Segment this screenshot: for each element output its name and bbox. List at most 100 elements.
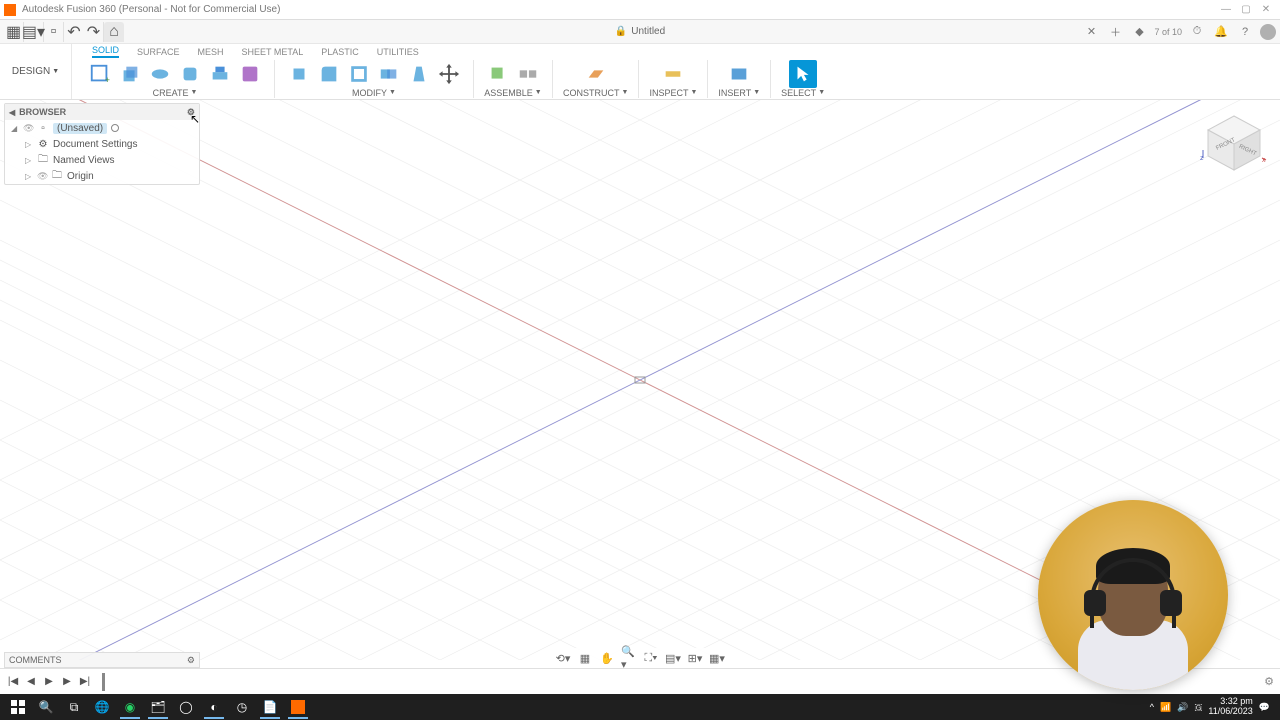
- group-insert-label[interactable]: INSERT: [718, 88, 751, 98]
- joint-button[interactable]: [514, 60, 542, 88]
- collapse-icon[interactable]: ◀: [9, 108, 15, 117]
- tab-surface[interactable]: SURFACE: [137, 47, 180, 58]
- timeline-start-button[interactable]: |◀: [6, 675, 20, 689]
- expand-arrow-icon[interactable]: ▷: [25, 156, 33, 165]
- start-button[interactable]: [4, 695, 32, 719]
- emboss-button[interactable]: [236, 60, 264, 88]
- browser-node-origin[interactable]: ▷ 👁 🗀 Origin: [5, 168, 199, 184]
- new-doc-button[interactable]: ＋: [1106, 23, 1124, 41]
- taskbar-app-obs[interactable]: ◐: [200, 695, 228, 719]
- expand-arrow-icon[interactable]: ▷: [25, 140, 33, 149]
- tray-volume-icon[interactable]: 🔊: [1177, 702, 1188, 713]
- browser-node-document-settings[interactable]: ▷ ⚙ Document Settings: [5, 136, 199, 152]
- job-status-button[interactable]: 🔔: [1212, 23, 1230, 41]
- expand-arrow-icon[interactable]: ▷: [25, 172, 33, 181]
- taskbar-app-clock[interactable]: ◷: [228, 695, 256, 719]
- revolve-button[interactable]: [146, 60, 174, 88]
- tray-chevron-icon[interactable]: ^: [1150, 702, 1154, 712]
- visibility-icon[interactable]: 👁: [37, 171, 47, 182]
- tray-lang-icon[interactable]: 🇬: [1194, 702, 1202, 713]
- sweep-button[interactable]: [176, 60, 204, 88]
- undo-button[interactable]: ↶: [64, 22, 84, 42]
- maximize-button[interactable]: ▢: [1236, 3, 1256, 17]
- save-button[interactable]: ▫: [44, 22, 64, 42]
- app-title: Autodesk Fusion 360 (Personal - Not for …: [22, 4, 280, 15]
- user-avatar[interactable]: [1260, 24, 1276, 40]
- browser-header[interactable]: ◀ BROWSER ⚙: [5, 104, 199, 120]
- move-button[interactable]: [435, 60, 463, 88]
- notifications-button[interactable]: ⏱: [1188, 23, 1206, 41]
- group-select-label[interactable]: SELECT: [781, 88, 816, 98]
- group-inspect-label[interactable]: INSPECT: [649, 88, 688, 98]
- tray-wifi-icon[interactable]: 📶: [1160, 702, 1171, 713]
- timeline-end-button[interactable]: ▶|: [78, 675, 92, 689]
- minimize-button[interactable]: ―: [1216, 3, 1236, 17]
- task-view-button[interactable]: ⧉: [60, 695, 88, 719]
- group-construct-label[interactable]: CONSTRUCT: [563, 88, 620, 98]
- search-button[interactable]: 🔍: [32, 695, 60, 719]
- insert-button[interactable]: [725, 60, 753, 88]
- fit-button[interactable]: ⛶▾: [643, 650, 659, 666]
- timeline-forward-button[interactable]: ▶: [60, 675, 74, 689]
- pan-button[interactable]: ✋: [599, 650, 615, 666]
- workspace-selector[interactable]: DESIGN▼: [0, 44, 72, 99]
- comments-panel[interactable]: COMMENTS ⚙: [4, 652, 200, 668]
- close-doc-button[interactable]: ✕: [1082, 23, 1100, 41]
- browser-root-node[interactable]: ◢ 👁 ▫ (Unsaved): [5, 120, 199, 136]
- draft-button[interactable]: [405, 60, 433, 88]
- viewports-button[interactable]: ▦▾: [709, 650, 725, 666]
- tab-mesh[interactable]: MESH: [198, 47, 224, 58]
- taskbar-app-notepad[interactable]: 📄: [256, 695, 284, 719]
- browser-panel[interactable]: ◀ BROWSER ⚙ ◢ 👁 ▫ (Unsaved) ▷ ⚙ Document…: [4, 103, 200, 185]
- measure-button[interactable]: [659, 60, 687, 88]
- timeline-play-button[interactable]: ▶: [42, 675, 56, 689]
- system-tray[interactable]: ^ 📶 🔊 🇬 3:32 pm 11/06/2023 💬: [1150, 697, 1276, 717]
- file-menu-button[interactable]: ▤▾: [24, 22, 44, 42]
- taskbar-app-edge[interactable]: 🌐: [88, 695, 116, 719]
- visibility-icon[interactable]: 👁: [23, 123, 33, 134]
- look-at-button[interactable]: ▦: [577, 650, 593, 666]
- document-tab[interactable]: 🔒 Untitled: [615, 26, 665, 37]
- tab-solid[interactable]: SOLID: [92, 45, 119, 58]
- timeline-settings-button[interactable]: ⚙: [1264, 675, 1274, 688]
- new-component-button[interactable]: [484, 60, 512, 88]
- tray-notifications-icon[interactable]: 💬: [1259, 702, 1270, 713]
- zoom-button[interactable]: 🔍▾: [621, 650, 637, 666]
- create-sketch-button[interactable]: +: [86, 60, 114, 88]
- display-settings-button[interactable]: ▤▾: [665, 650, 681, 666]
- tab-sheet-metal[interactable]: SHEET METAL: [242, 47, 304, 58]
- browser-node-named-views[interactable]: ▷ 🗀 Named Views: [5, 152, 199, 168]
- browser-settings-icon[interactable]: ⚙: [187, 107, 195, 118]
- taskbar-app-whatsapp[interactable]: ◉: [116, 695, 144, 719]
- shell-button[interactable]: [345, 60, 373, 88]
- home-tab-button[interactable]: ⌂: [104, 22, 124, 42]
- tray-clock[interactable]: 3:32 pm 11/06/2023: [1208, 697, 1252, 717]
- tab-plastic[interactable]: PLASTIC: [321, 47, 359, 58]
- select-button[interactable]: [789, 60, 817, 88]
- timeline-marker[interactable]: [102, 673, 105, 691]
- taskbar-app-explorer[interactable]: 🗂: [144, 695, 172, 719]
- construct-plane-button[interactable]: [582, 60, 610, 88]
- group-assemble-label[interactable]: ASSEMBLE: [484, 88, 533, 98]
- group-create-label[interactable]: CREATE: [153, 88, 189, 98]
- activate-radio[interactable]: [111, 124, 119, 132]
- combine-button[interactable]: [375, 60, 403, 88]
- extensions-button[interactable]: ◆: [1130, 23, 1148, 41]
- comments-settings-icon[interactable]: ⚙: [187, 655, 195, 666]
- expand-arrow-icon[interactable]: ◢: [11, 124, 19, 133]
- redo-button[interactable]: ↷: [84, 22, 104, 42]
- view-cube[interactable]: FRONT RIGHT z x: [1200, 110, 1268, 178]
- fillet-button[interactable]: [315, 60, 343, 88]
- loft-button[interactable]: [206, 60, 234, 88]
- taskbar-app-chrome[interactable]: ◯: [172, 695, 200, 719]
- taskbar-app-fusion[interactable]: [284, 695, 312, 719]
- tab-utilities[interactable]: UTILITIES: [377, 47, 419, 58]
- timeline-back-button[interactable]: ◀: [24, 675, 38, 689]
- press-pull-button[interactable]: [285, 60, 313, 88]
- orbit-button[interactable]: ⟲▾: [555, 650, 571, 666]
- group-modify-label[interactable]: MODIFY: [352, 88, 387, 98]
- close-button[interactable]: ✕: [1256, 3, 1276, 17]
- help-button[interactable]: ?: [1236, 23, 1254, 41]
- grid-settings-button[interactable]: ⊞▾: [687, 650, 703, 666]
- extrude-button[interactable]: [116, 60, 144, 88]
